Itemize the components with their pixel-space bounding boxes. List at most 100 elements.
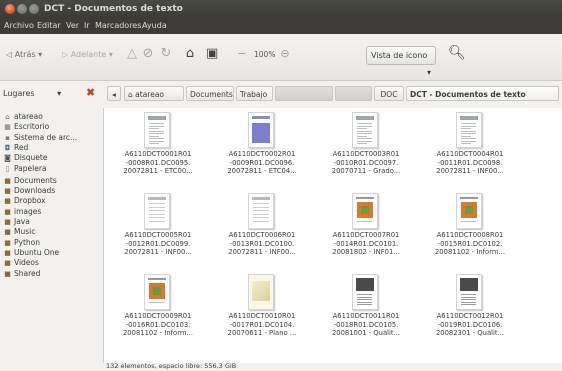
breadcrumb-blurred[interactable] [335, 86, 372, 101]
sidebar-item-label: Escritorio [14, 122, 50, 132]
file-name-line: A6110DCT0007R01 [332, 231, 400, 239]
breadcrumb-doc[interactable]: DOC [374, 86, 404, 101]
breadcrumb-blurred[interactable] [275, 86, 333, 101]
breadcrumb-documents[interactable]: Documents [186, 86, 234, 101]
file-name-line: -0008R01.DC0095. [125, 158, 191, 167]
menu-ayuda[interactable]: Ayuda [142, 20, 167, 32]
window-title: DCT - Documentos de texto [44, 4, 183, 14]
file-name-line: 20081102 - Inform... [122, 329, 193, 337]
file-name-line: -0018R01.DC0105. [333, 320, 399, 329]
toolbar: ◁ Atrás ▾ ▷ Adelante ▾ △ ⊘ ↻ ⌂ ▣ − 100% … [0, 34, 562, 81]
forward-arrow-icon: ▷ [62, 50, 69, 59]
sidebar: ⌂ atareao ▦ Escritorio ▪ Sistema de arc... ◘ Re… [0, 108, 100, 371]
file-name-line: A6110DCT0005R01 [124, 231, 192, 239]
file-name-line: 20082301 - Qualit... [435, 329, 505, 337]
file-item[interactable]: A6110DCT0009R01 -0016R01.DC0103. 20081102 … [110, 272, 206, 352]
sidebar-item-label: Papelera [14, 163, 47, 173]
file-name-line: 20072811 - ETC00... [123, 167, 193, 175]
file-item[interactable]: A6110DCT0011R01 -0018R01.DC0105. 20081001 … [318, 272, 414, 352]
chevron-down-icon: ▾ [108, 50, 113, 59]
file-name-line: -0013R01.DC0100. [229, 239, 295, 248]
minimize-window-button[interactable] [17, 4, 27, 14]
file-item[interactable]: A6110DCT0006R01 -0013R01.DC0100. 20072811 … [214, 191, 310, 271]
up-icon[interactable]: △ [126, 45, 138, 63]
folder-icon: ■ [4, 269, 11, 278]
file-name-line: -0016R01.DC0103. [125, 320, 191, 329]
file-item[interactable]: A6110DCT0005R01 -0012R01.DC0099. 20072811 … [110, 191, 206, 271]
file-item[interactable]: A6110DCT0002R01 -0009R01.DC0096. 20072811 … [214, 110, 310, 190]
file-name-line: 20081001 - Qualit... [331, 329, 401, 337]
maximize-window-button[interactable] [29, 4, 39, 14]
menu-ver[interactable]: Ver [66, 20, 79, 32]
document-thumbnail-icon [352, 193, 378, 229]
breadcrumb-trabajo[interactable]: Trabajo [236, 86, 273, 101]
document-thumbnail-icon [352, 274, 378, 310]
sidebar-item-label: Shared [14, 268, 41, 278]
view-mode-select[interactable]: Vista de icono ▾ [366, 46, 436, 77]
file-item[interactable]: A6110DCT0001R01 -0008R01.DC0095. 20072811 … [110, 110, 206, 190]
file-name-line: -0017R01.DC0104. [229, 320, 295, 329]
file-item[interactable]: A6110DCT0004R01 -0011R01.DC0098. 20072811 … [422, 110, 518, 190]
sidebar-item-label: Sistema de arc... [14, 132, 78, 142]
sidebar-item-label: Red [14, 142, 29, 152]
sidebar-item-label: atareao [14, 112, 43, 121]
file-name-line: 20072811 - INF00... [124, 248, 192, 256]
stop-icon[interactable]: ⊘ [142, 45, 154, 63]
sidebar-item-label: Ubuntu One [14, 247, 60, 257]
computer-icon[interactable]: ▣ [206, 45, 218, 63]
file-manager-window: DCT - Documentos de texto Archivo Editar… [0, 0, 562, 371]
sidebar-item-label: images [14, 206, 42, 216]
file-name-line: A6110DCT0008R01 [436, 231, 504, 239]
menu-bar: Archivo Editar Ver Ir Marcadores Ayuda [0, 19, 562, 34]
document-thumbnail-icon [456, 112, 482, 148]
document-thumbnail-icon [248, 274, 274, 310]
document-thumbnail-icon [144, 274, 170, 310]
close-sidebar-icon[interactable]: ✖ [86, 84, 95, 102]
reload-icon[interactable]: ↻ [160, 45, 172, 63]
file-name-line: 20081102 - Inform... [434, 248, 505, 256]
breadcrumb-home[interactable]: ⌂ atareao [124, 86, 184, 101]
sidebar-item[interactable]: ▯ Papelera [3, 163, 47, 174]
zoom-reset-icon[interactable]: ⊖ [279, 45, 291, 63]
sidebar-item-label: Downloads [14, 186, 56, 196]
forward-button[interactable]: ▷ Adelante ▾ [62, 46, 113, 63]
file-name-line: 20070611 - Plano ... [227, 329, 297, 337]
sidebar-item-label: Documents [14, 175, 57, 185]
file-item[interactable]: A6110DCT0003R01 -0010R01.DC0097. 20070711 … [318, 110, 414, 190]
menu-marcadores[interactable]: Marcadores [95, 20, 141, 32]
back-button[interactable]: ◁ Atrás ▾ [6, 46, 42, 63]
chevron-down-icon: ▾ [57, 89, 62, 98]
file-view: A6110DCT0001R01 -0008R01.DC0095. 20072811 … [103, 108, 562, 363]
sidebar-item-label: Disquete [14, 153, 48, 163]
search-icon[interactable]: 🔍︎ [448, 45, 466, 62]
file-name-line: -0015R01.DC0102. [437, 239, 503, 248]
path-bar-row: Lugares ▾ ✖ ◂ ⌂ atareao Documents Trabaj… [0, 80, 562, 108]
file-name-line: A6110DCT0010R01 [228, 312, 296, 320]
sidebar-item-label: Java [14, 217, 30, 226]
path-back-arrow-icon[interactable]: ◂ [107, 86, 121, 101]
trash-icon: ▯ [5, 164, 10, 173]
file-item[interactable]: A6110DCT0012R01 -0019R01.DC0106. 20082301 … [422, 272, 518, 352]
file-name-line: A6110DCT0001R01 [124, 150, 192, 158]
breadcrumb-current[interactable]: DCT - Documentos de texto [406, 86, 559, 101]
file-name-line: -0011R01.DC0098. [437, 158, 503, 167]
file-name-line: -0012R01.DC0099. [125, 239, 191, 248]
sidebar-item[interactable]: ■ Shared [3, 268, 40, 279]
menu-archivo[interactable]: Archivo [4, 20, 34, 32]
file-item[interactable]: A6110DCT0010R01 -0017R01.DC0104. 20070611 … [214, 272, 310, 352]
file-item[interactable]: A6110DCT0007R01 -0014R01.DC0101. 20081802 … [318, 191, 414, 271]
document-thumbnail-icon [248, 193, 274, 229]
zoom-level: 100% [254, 50, 276, 59]
home-icon[interactable]: ⌂ [184, 45, 196, 63]
status-text: 132 elementos, espacio libre: 556,3 GiB [106, 362, 237, 370]
menu-editar[interactable]: Editar [37, 20, 61, 32]
file-name-line: A6110DCT0004R01 [436, 150, 504, 158]
file-item[interactable]: A6110DCT0008R01 -0015R01.DC0102. 20081102 … [422, 191, 518, 271]
close-window-button[interactable] [5, 4, 15, 14]
home-icon: ⌂ [128, 90, 133, 99]
file-name-line: A6110DCT0003R01 [332, 150, 400, 158]
places-selector[interactable]: Lugares ▾ [3, 85, 61, 102]
menu-ir[interactable]: Ir [84, 20, 90, 32]
sidebar-item-label: Python [14, 237, 40, 247]
zoom-out-icon[interactable]: − [236, 45, 248, 63]
